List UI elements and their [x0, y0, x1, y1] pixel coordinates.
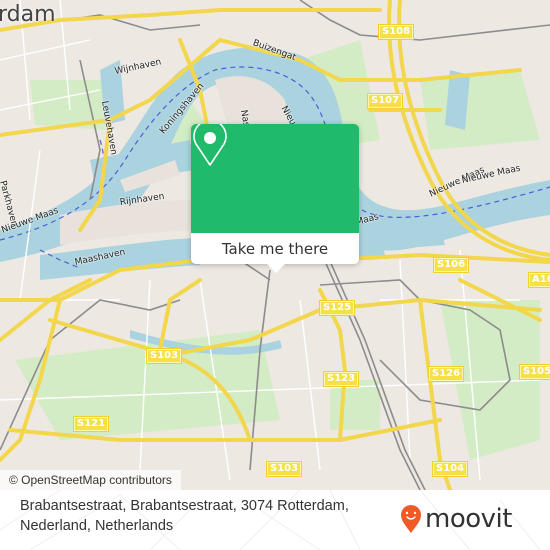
destination-popup: Take me there: [191, 124, 359, 273]
road-shield: S105: [519, 364, 550, 380]
road-shield: A16: [528, 272, 550, 288]
address-text: Brabantsestraat, Brabantsestraat, 3074 R…: [20, 496, 400, 536]
road-shield: S126: [428, 366, 465, 382]
road-shield: S106: [433, 257, 470, 273]
popup-header: [191, 124, 359, 233]
moovit-pin-icon: [401, 505, 421, 533]
moovit-wordmark: moovit: [425, 504, 512, 534]
road-shield: S121: [73, 416, 110, 432]
address-line-2: Nederland, Netherlands: [20, 518, 174, 534]
take-me-there-button[interactable]: Take me there: [191, 233, 359, 264]
footer: Brabantsestraat, Brabantsestraat, 3074 R…: [0, 490, 550, 550]
road-shield: S103: [146, 348, 183, 364]
moovit-logo[interactable]: moovit: [400, 504, 512, 534]
map-view[interactable]: rdam Wijnhaven Leuvehaven Koningshaven B…: [0, 0, 550, 490]
popup-pointer: [267, 264, 285, 273]
road-shield: S125: [319, 300, 356, 316]
road-shield: S107: [367, 93, 404, 109]
address-line-1: Brabantsestraat, Brabantsestraat, 3074 R…: [20, 498, 349, 514]
road-shield: S108: [378, 24, 415, 40]
road-shield: S123: [323, 371, 360, 387]
map-pin-icon: [193, 124, 227, 166]
map-attribution[interactable]: © OpenStreetMap contributors: [0, 470, 181, 490]
road-shield: S104: [432, 461, 469, 477]
road-shield: S103: [266, 461, 303, 477]
city-label: rdam: [0, 2, 56, 27]
